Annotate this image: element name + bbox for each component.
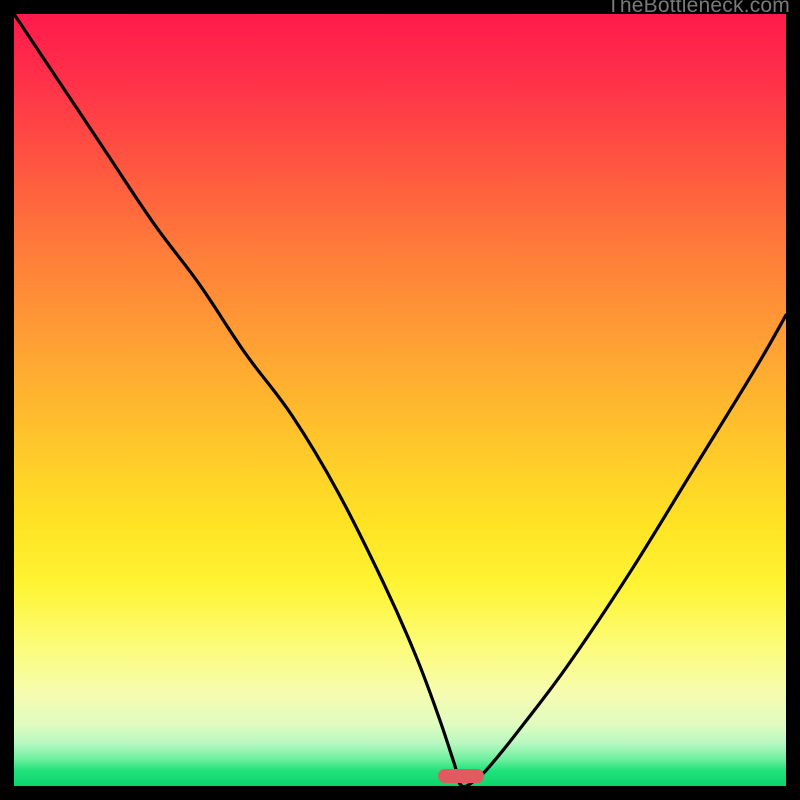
curve-path	[14, 14, 786, 787]
bottleneck-curve	[14, 14, 786, 786]
chart-frame	[14, 14, 786, 786]
watermark-text: TheBottleneck.com	[607, 0, 790, 18]
optimum-marker	[438, 769, 484, 783]
